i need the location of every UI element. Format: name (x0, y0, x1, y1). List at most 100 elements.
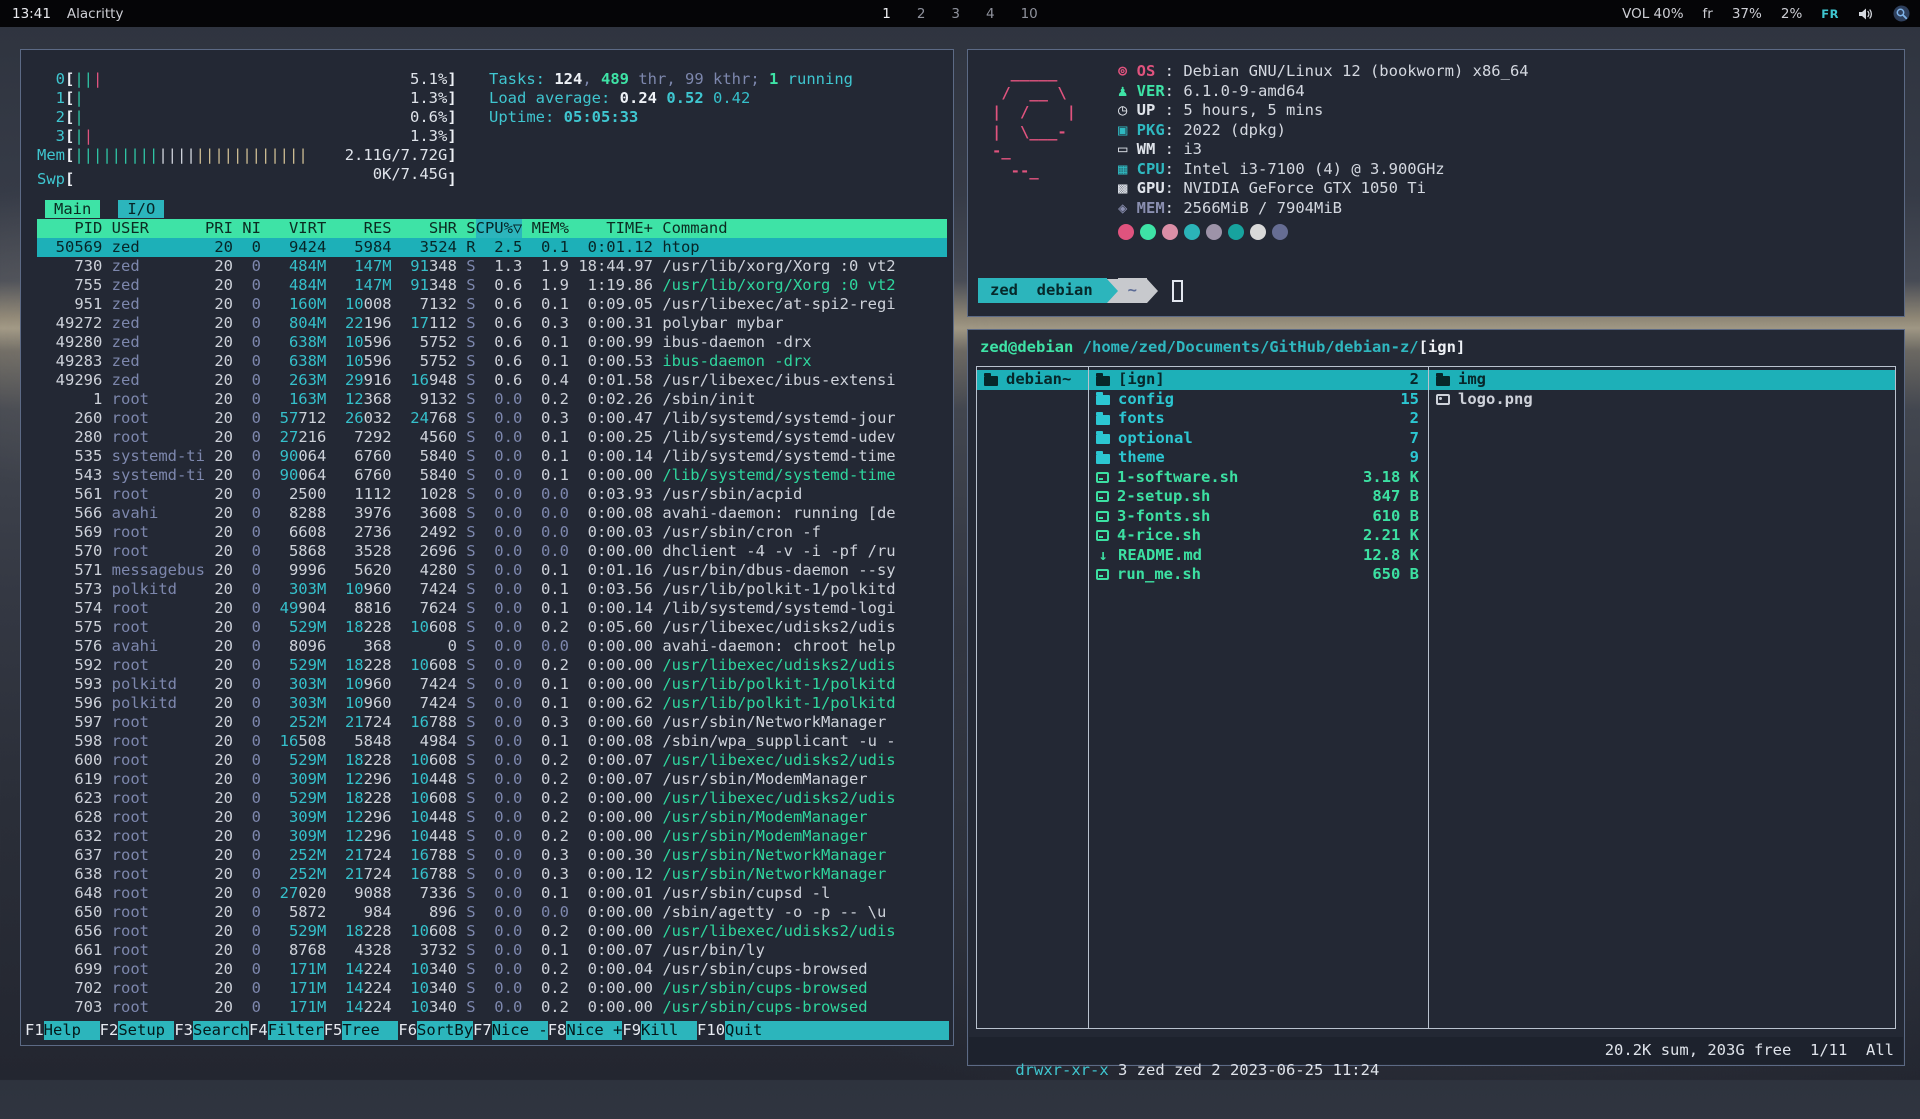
fkey-f5[interactable]: F5 (324, 1021, 343, 1040)
process-row[interactable]: 566 avahi 20 0 8288 3976 3608 S 0.0 0.0 … (37, 504, 947, 523)
workspace-4[interactable]: 4 (986, 6, 995, 22)
process-row[interactable]: 569 root 20 0 6608 2736 2492 S 0.0 0.0 0… (37, 523, 947, 542)
fkey-label-setup[interactable]: Setup (118, 1021, 174, 1040)
process-row[interactable]: 280 root 20 0 27216 7292 4560 S 0.0 0.1 … (37, 428, 947, 447)
fkey-f1[interactable]: F1 (25, 1021, 44, 1040)
process-row[interactable]: 637 root 20 0 252M 21724 16788 S 0.0 0.3… (37, 846, 947, 865)
breadcrumb-path[interactable]: /home/zed/Documents/GitHub/debian-z/ (1083, 338, 1419, 356)
color-dot (1118, 224, 1134, 240)
file-row-theme[interactable]: theme9 (1089, 448, 1428, 468)
process-row[interactable]: 638 root 20 0 252M 21724 16788 S 0.0 0.3… (37, 865, 947, 884)
process-row[interactable]: 49296 zed 20 0 263M 29916 16948 S 0.6 0.… (37, 371, 947, 390)
file-row-optional[interactable]: optional7 (1089, 429, 1428, 449)
fkey-label-nice[interactable]: Nice + (566, 1021, 622, 1040)
process-row[interactable]: 49280 zed 20 0 638M 10596 5752 S 0.6 0.1… (37, 333, 947, 352)
process-row[interactable]: 730 zed 20 0 484M 147M 91348 S 1.3 1.9 1… (37, 257, 947, 276)
process-row[interactable]: 49272 zed 20 0 804M 22196 17112 S 0.6 0.… (37, 314, 947, 333)
process-row[interactable]: 260 root 20 0 57712 26032 24768 S 0.0 0.… (37, 409, 947, 428)
process-row[interactable]: 570 root 20 0 5868 3528 2696 S 0.0 0.0 0… (37, 542, 947, 561)
process-row[interactable]: 49283 zed 20 0 638M 10596 5752 S 0.6 0.1… (37, 352, 947, 371)
file-row-4-rice-sh[interactable]: 4-rice.sh2.21 K (1089, 526, 1428, 546)
process-row[interactable]: 755 zed 20 0 484M 147M 91348 S 0.6 1.9 1… (37, 276, 947, 295)
cpu-usage-indicator[interactable]: 2% (1781, 6, 1802, 22)
process-row[interactable]: 598 root 20 0 16508 5848 4984 S 0.0 0.1 … (37, 732, 947, 751)
process-row[interactable]: 592 root 20 0 529M 18228 10608 S 0.0 0.2… (37, 656, 947, 675)
process-row[interactable]: 623 root 20 0 529M 18228 10608 S 0.0 0.2… (37, 789, 947, 808)
memory-icon: ◈ (1118, 199, 1137, 217)
process-row[interactable]: 619 root 20 0 309M 12296 10448 S 0.0 0.2… (37, 770, 947, 789)
file-row-readme-md[interactable]: ↓README.md12.8 K (1089, 546, 1428, 566)
process-row[interactable]: 574 root 20 0 49904 8816 7624 S 0.0 0.1 … (37, 599, 947, 618)
process-row[interactable]: 593 polkitd 20 0 303M 10960 7424 S 0.0 0… (37, 675, 947, 694)
process-row[interactable]: 597 root 20 0 252M 21724 16788 S 0.0 0.3… (37, 713, 947, 732)
fkey-label-tree[interactable]: Tree (342, 1021, 398, 1040)
process-row[interactable]: 535 systemd-ti 20 0 90064 6760 5840 S 0.… (37, 447, 947, 466)
process-row[interactable]: 628 root 20 0 309M 12296 10448 S 0.0 0.2… (37, 808, 947, 827)
volume-indicator[interactable]: VOL 40% (1622, 6, 1683, 22)
process-row[interactable]: 951 zed 20 0 160M 10008 7132 S 0.6 0.1 0… (37, 295, 947, 314)
file-row-3-fonts-sh[interactable]: 3-fonts.sh610 B (1089, 507, 1428, 527)
htop-tabs: Main I/O (37, 200, 947, 219)
fkey-f6[interactable]: F6 (398, 1021, 417, 1040)
file-row-img[interactable]: img (1429, 370, 1895, 390)
screenshot-tool-icon[interactable] (1893, 5, 1910, 22)
process-row[interactable]: 576 avahi 20 0 8096 368 0 S 0.0 0.0 0:00… (37, 637, 947, 656)
process-row[interactable]: 561 root 20 0 2500 1112 1028 S 0.0 0.0 0… (37, 485, 947, 504)
process-row[interactable]: 596 polkitd 20 0 303M 10960 7424 S 0.0 0… (37, 694, 947, 713)
process-row[interactable]: 632 root 20 0 309M 12296 10448 S 0.0 0.2… (37, 827, 947, 846)
file-row-debian-[interactable]: debian~ (977, 370, 1088, 390)
workspace-3[interactable]: 3 (951, 6, 960, 22)
fkey-f4[interactable]: F4 (249, 1021, 268, 1040)
file-row-run-me-sh[interactable]: run_me.sh650 B (1089, 565, 1428, 585)
fkey-label-sortby[interactable]: SortBy (417, 1021, 473, 1040)
file-row-logo-png[interactable]: logo.png (1429, 390, 1895, 410)
process-row[interactable]: 573 polkitd 20 0 303M 10960 7424 S 0.0 0… (37, 580, 947, 599)
fkey-label-filter[interactable]: Filter (268, 1021, 324, 1040)
process-row[interactable]: 656 root 20 0 529M 18228 10608 S 0.0 0.2… (37, 922, 947, 941)
process-row[interactable]: 699 root 20 0 171M 14224 10340 S 0.0 0.2… (37, 960, 947, 979)
tab-main[interactable]: Main (45, 200, 100, 218)
fkey-f7[interactable]: F7 (473, 1021, 492, 1040)
fkey-label-help[interactable]: Help (44, 1021, 100, 1040)
language-indicator[interactable]: FR (1821, 7, 1839, 21)
fkey-f8[interactable]: F8 (548, 1021, 567, 1040)
fkey-f10[interactable]: F10 (697, 1021, 725, 1040)
fkey-label-nice[interactable]: Nice - (492, 1021, 548, 1040)
process-row[interactable]: 50569 zed 20 0 9424 5984 3524 R 2.5 0.1 … (37, 238, 947, 257)
file-row--ign-[interactable]: [ign]2 (1089, 370, 1428, 390)
fkey-label-quit[interactable]: Quit (725, 1021, 949, 1040)
disk-usage-indicator[interactable]: 37% (1732, 6, 1762, 22)
workspace-10[interactable]: 10 (1021, 6, 1038, 22)
info-value: Debian GNU/Linux 12 (bookworm) x86_64 (1183, 62, 1528, 80)
fkey-f9[interactable]: F9 (622, 1021, 641, 1040)
process-row[interactable]: 648 root 20 0 27020 9088 7336 S 0.0 0.1 … (37, 884, 947, 903)
process-table-header[interactable]: PID USER PRI NI VIRT RES SHR SCPU%▽ MEM%… (37, 219, 947, 238)
folder-icon (1096, 376, 1110, 386)
process-row[interactable]: 661 root 20 0 8768 4328 3732 S 0.0 0.1 0… (37, 941, 947, 960)
process-row[interactable]: 1 root 20 0 163M 12368 9132 S 0.0 0.2 0:… (37, 390, 947, 409)
process-row[interactable]: 571 messagebus 20 0 9996 5620 4280 S 0.0… (37, 561, 947, 580)
workspace-2[interactable]: 2 (917, 6, 926, 22)
file-row-2-setup-sh[interactable]: 2-setup.sh847 B (1089, 487, 1428, 507)
file-row-1-software-sh[interactable]: 1-software.sh3.18 K (1089, 468, 1428, 488)
fkey-label-kill[interactable]: Kill (641, 1021, 697, 1040)
process-row[interactable]: 575 root 20 0 529M 18228 10608 S 0.0 0.2… (37, 618, 947, 637)
process-row[interactable]: 543 systemd-ti 20 0 90064 6760 5840 S 0.… (37, 466, 947, 485)
process-row[interactable]: 600 root 20 0 529M 18228 10608 S 0.0 0.2… (37, 751, 947, 770)
speaker-icon[interactable] (1858, 7, 1874, 21)
tab-io[interactable]: I/O (118, 200, 164, 218)
fkey-f3[interactable]: F3 (174, 1021, 193, 1040)
info-label: CPU (1137, 160, 1165, 178)
file-row-fonts[interactable]: fonts2 (1089, 409, 1428, 429)
process-row[interactable]: 650 root 20 0 5872 984 896 S 0.0 0.0 0:0… (37, 903, 947, 922)
file-row-config[interactable]: config15 (1089, 390, 1428, 410)
header-sort-column-cpu[interactable]: CPU%▽ (476, 219, 523, 238)
workspace-1[interactable]: 1 (882, 6, 891, 22)
fkey-label-search[interactable]: Search (193, 1021, 249, 1040)
color-dot (1250, 224, 1266, 240)
keyboard-layout-indicator[interactable]: fr (1703, 6, 1713, 22)
process-row[interactable]: 703 root 20 0 171M 14224 10340 S 0.0 0.2… (37, 998, 947, 1017)
terminal-cursor[interactable] (1172, 280, 1183, 302)
fkey-f2[interactable]: F2 (100, 1021, 119, 1040)
process-row[interactable]: 702 root 20 0 171M 14224 10340 S 0.0 0.2… (37, 979, 947, 998)
